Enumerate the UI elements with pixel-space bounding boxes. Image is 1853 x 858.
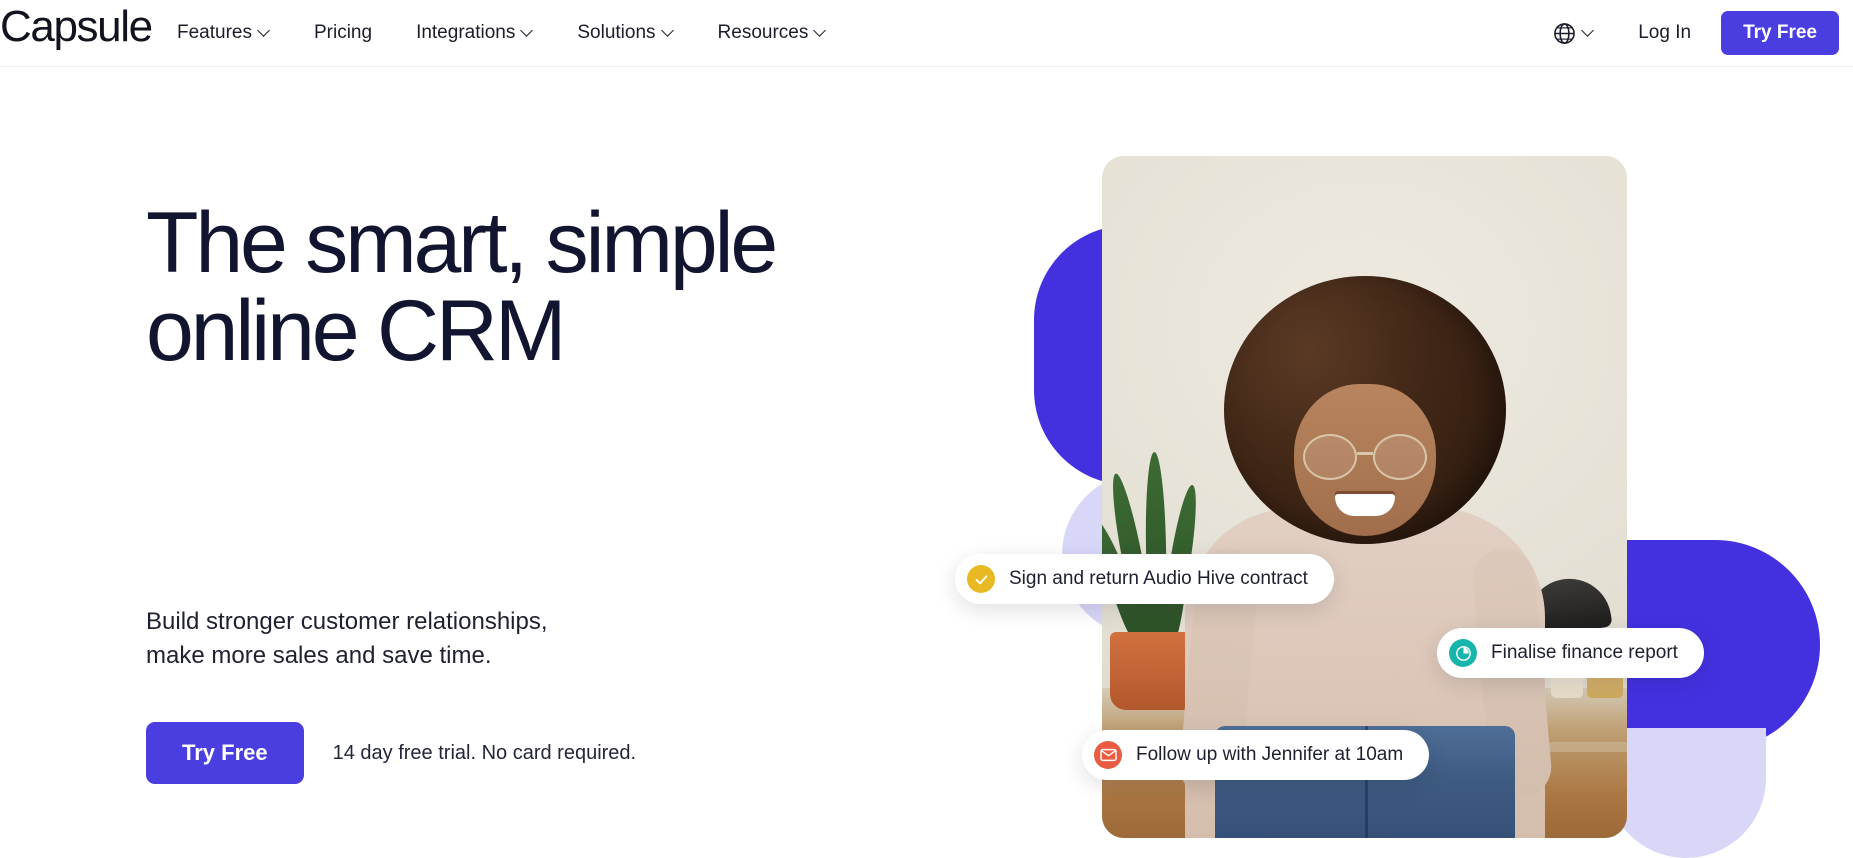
primary-nav-links: Features Pricing Integrations Solutions … xyxy=(155,0,848,66)
photo-person-glasses xyxy=(1372,434,1427,480)
globe-icon xyxy=(1554,22,1576,44)
pie-chart-icon xyxy=(1449,639,1477,667)
chevron-down-icon xyxy=(1583,26,1594,37)
pie-glyph xyxy=(1455,645,1471,661)
nav-item-pricing[interactable]: Pricing xyxy=(292,0,394,66)
nav-item-features[interactable]: Features xyxy=(155,0,292,66)
notification-card-sign-contract[interactable]: Sign and return Audio Hive contract xyxy=(955,554,1334,604)
page-title: The smart, simple online CRM xyxy=(146,195,778,379)
nav-item-label: Resources xyxy=(717,22,809,43)
photo-person-glasses-bridge xyxy=(1356,452,1373,455)
nav-item-resources[interactable]: Resources xyxy=(696,0,849,66)
hero-headline-block: The smart, simple online CRM xyxy=(146,195,866,379)
notification-card-follow-up[interactable]: Follow up with Jennifer at 10am xyxy=(1082,730,1430,780)
login-link[interactable]: Log In xyxy=(1608,22,1721,44)
photo-person-smile xyxy=(1334,494,1395,516)
nav-item-label: Pricing xyxy=(313,22,373,43)
notification-text: Finalise finance report xyxy=(1491,642,1678,663)
top-navigation-bar: Capsule Features Pricing Integrations So… xyxy=(0,0,1853,67)
notification-text: Sign and return Audio Hive contract xyxy=(1009,568,1308,589)
nav-item-label: Solutions xyxy=(577,22,656,43)
nav-item-integrations[interactable]: Integrations xyxy=(394,0,555,66)
chevron-down-icon xyxy=(522,26,533,37)
envelope-icon xyxy=(1094,741,1122,769)
check-circle-icon xyxy=(967,565,995,593)
hero-cta-row: Try Free 14 day free trial. No card requ… xyxy=(146,722,636,784)
language-selector[interactable] xyxy=(1538,21,1608,46)
check-glyph xyxy=(975,574,987,584)
photo-person-glasses xyxy=(1302,434,1357,480)
envelope-glyph xyxy=(1099,748,1117,762)
notification-card-finance-report[interactable]: Finalise finance report xyxy=(1437,628,1704,678)
try-free-hero-button[interactable]: Try Free xyxy=(146,722,304,784)
hero-visual xyxy=(1010,80,1853,858)
nav-item-label: Integrations xyxy=(416,22,516,43)
chevron-down-icon xyxy=(815,26,826,37)
notification-text: Follow up with Jennifer at 10am xyxy=(1136,744,1404,765)
nav-item-label: Features xyxy=(177,22,252,43)
chevron-down-icon xyxy=(259,26,270,37)
try-free-nav-button[interactable]: Try Free xyxy=(1721,11,1839,55)
nav-utility-group: Log In Try Free xyxy=(1538,0,1853,66)
nav-item-solutions[interactable]: Solutions xyxy=(555,0,695,66)
hero-subheadline: Build stronger customer relationships, m… xyxy=(146,608,548,670)
free-trial-note: 14 day free trial. No card required. xyxy=(332,741,637,764)
chevron-down-icon xyxy=(663,26,674,37)
capsule-logo[interactable]: Capsule xyxy=(0,2,153,52)
